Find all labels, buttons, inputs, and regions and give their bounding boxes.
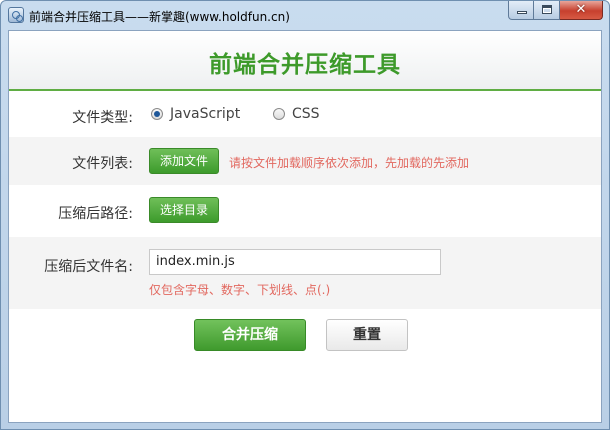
output-path-row: 压缩后路径: 选择目录	[9, 185, 601, 237]
reset-button[interactable]: 重置	[326, 319, 408, 351]
maximize-button[interactable]	[534, 1, 560, 20]
output-filename-input[interactable]: index.min.js	[149, 249, 441, 275]
merge-compress-button[interactable]: 合并压缩	[194, 319, 306, 351]
page-title: 前端合并压缩工具	[209, 51, 401, 78]
add-file-button[interactable]: 添加文件	[149, 148, 220, 174]
app-icon	[8, 7, 24, 23]
minimize-icon	[517, 11, 527, 14]
radio-css-dot[interactable]	[273, 108, 285, 120]
radio-javascript-label: JavaScript	[170, 106, 241, 122]
output-name-hint: 仅包含字母、数字、下划线、点(.)	[149, 283, 331, 297]
title-bar[interactable]: 前端合并压缩工具——新掌趣(www.holdfun.cn) ✕	[1, 1, 609, 29]
output-name-label: 压缩后文件名:	[44, 259, 133, 275]
client-area: 前端合并压缩工具 文件类型: JavaScript CSS 文件列表: 添加文件…	[8, 30, 602, 423]
close-button[interactable]: ✕	[560, 1, 603, 20]
close-icon: ✕	[575, 2, 587, 17]
output-name-row: 压缩后文件名: index.min.js 仅包含字母、数字、下划线、点(.)	[9, 237, 601, 309]
window-title: 前端合并压缩工具——新掌趣(www.holdfun.cn)	[29, 10, 290, 24]
radio-javascript[interactable]: JavaScript	[151, 106, 240, 122]
file-list-label: 文件列表:	[72, 156, 133, 172]
file-list-hint: 请按文件加载顺序依次添加，先加载的先添加	[229, 156, 470, 170]
page-header: 前端合并压缩工具	[9, 31, 601, 91]
output-path-label: 压缩后路径:	[58, 206, 133, 222]
maximize-icon	[542, 5, 552, 14]
minimize-button[interactable]	[508, 1, 534, 20]
app-window: 前端合并压缩工具——新掌趣(www.holdfun.cn) ✕ 前端合并压缩工具…	[0, 0, 610, 430]
radio-javascript-dot[interactable]	[151, 108, 163, 120]
file-type-label: 文件类型:	[72, 110, 133, 126]
caption-buttons: ✕	[508, 1, 603, 21]
file-list-row: 文件列表: 添加文件 请按文件加载顺序依次添加，先加载的先添加	[9, 137, 601, 185]
choose-directory-button[interactable]: 选择目录	[149, 197, 220, 223]
radio-css-label: CSS	[292, 106, 320, 122]
file-type-row: 文件类型: JavaScript CSS	[9, 93, 601, 137]
radio-css[interactable]: CSS	[273, 106, 320, 122]
